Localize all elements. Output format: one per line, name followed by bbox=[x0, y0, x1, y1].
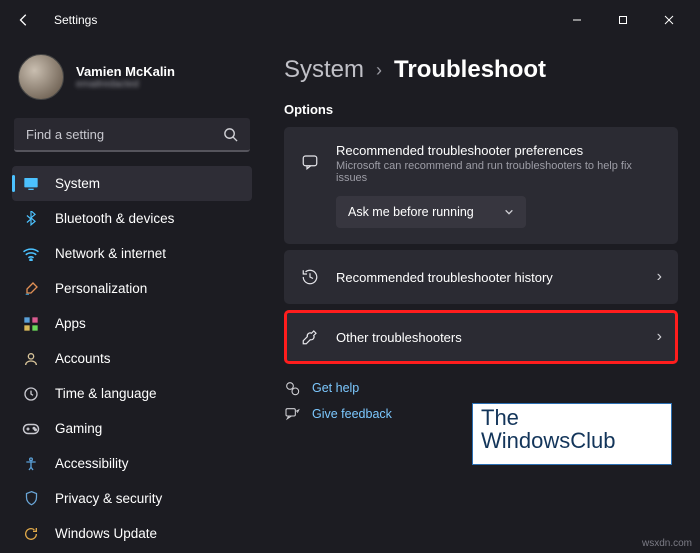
wrench-icon bbox=[300, 328, 320, 346]
app-title: Settings bbox=[54, 13, 97, 27]
sidebar-item-label: Gaming bbox=[55, 421, 102, 436]
sidebar-item-label: Windows Update bbox=[55, 526, 157, 541]
sidebar-item-label: Privacy & security bbox=[55, 491, 162, 506]
get-help-link[interactable]: Get help bbox=[312, 381, 359, 395]
sidebar-item-label: Apps bbox=[55, 316, 86, 331]
sidebar-item-label: Time & language bbox=[55, 386, 157, 401]
sidebar-item-time-language[interactable]: Time & language bbox=[12, 376, 252, 411]
card-pref: Recommended troubleshooter preferences M… bbox=[284, 127, 678, 244]
profile-name: Vamien McKalin bbox=[76, 64, 175, 79]
avatar bbox=[18, 54, 64, 100]
user-icon bbox=[22, 351, 40, 367]
card-other-title: Other troubleshooters bbox=[336, 330, 641, 345]
sidebar-item-gaming[interactable]: Gaming bbox=[12, 411, 252, 446]
apps-icon bbox=[22, 316, 40, 332]
sidebar-item-label: Personalization bbox=[55, 281, 147, 296]
back-button[interactable] bbox=[12, 8, 36, 32]
breadcrumb-current: Troubleshoot bbox=[394, 56, 546, 84]
pref-dropdown[interactable]: Ask me before running bbox=[336, 196, 526, 228]
profile-block[interactable]: Vamien McKalin emailredacted bbox=[12, 50, 252, 114]
sidebar-item-label: System bbox=[55, 176, 100, 191]
sidebar-item-label: Bluetooth & devices bbox=[55, 211, 174, 226]
window-controls bbox=[554, 5, 692, 35]
card-history-title: Recommended troubleshooter history bbox=[336, 270, 641, 285]
card-history[interactable]: Recommended troubleshooter history › bbox=[284, 250, 678, 304]
sidebar-item-system[interactable]: System bbox=[12, 166, 252, 201]
sidebar-item-personalization[interactable]: Personalization bbox=[12, 271, 252, 306]
bluetooth-icon bbox=[22, 211, 40, 227]
sidebar-item-windows-update[interactable]: Windows Update bbox=[12, 516, 252, 551]
wifi-icon bbox=[22, 247, 40, 261]
chevron-right-icon: › bbox=[376, 60, 382, 81]
minimize-button[interactable] bbox=[554, 5, 600, 35]
maximize-button[interactable] bbox=[600, 5, 646, 35]
sidebar-item-apps[interactable]: Apps bbox=[12, 306, 252, 341]
sidebar-nav: System Bluetooth & devices Network & inter… bbox=[12, 166, 252, 551]
card-pref-sub: Microsoft can recommend and run troubles… bbox=[336, 160, 662, 184]
chat-icon bbox=[300, 143, 320, 171]
chevron-right-icon: › bbox=[657, 328, 662, 346]
sidebar-item-label: Network & internet bbox=[55, 246, 166, 261]
search-input[interactable] bbox=[14, 118, 250, 152]
gamepad-icon bbox=[22, 422, 40, 436]
sidebar-item-bluetooth-devices[interactable]: Bluetooth & devices bbox=[12, 201, 252, 236]
help-row: Get help bbox=[284, 380, 678, 396]
history-icon bbox=[300, 268, 320, 286]
sidebar-item-label: Accounts bbox=[55, 351, 111, 366]
card-pref-title: Recommended troubleshooter preferences bbox=[336, 143, 662, 158]
breadcrumb: System › Troubleshoot bbox=[284, 56, 678, 84]
close-button[interactable] bbox=[646, 5, 692, 35]
update-icon bbox=[22, 526, 40, 542]
pref-dropdown-value: Ask me before running bbox=[348, 205, 474, 219]
search-wrap bbox=[14, 118, 250, 152]
source-tag: wsxdn.com bbox=[642, 538, 692, 549]
help-icon bbox=[284, 380, 300, 396]
brush-icon bbox=[22, 281, 40, 297]
clock-icon bbox=[22, 386, 40, 402]
monitor-icon bbox=[22, 176, 40, 192]
give-feedback-link[interactable]: Give feedback bbox=[312, 407, 392, 421]
access-icon bbox=[22, 456, 40, 472]
sidebar-item-network-internet[interactable]: Network & internet bbox=[12, 236, 252, 271]
sidebar-item-privacy-security[interactable]: Privacy & security bbox=[12, 481, 252, 516]
sidebar: Vamien McKalin emailredacted System Bluet… bbox=[0, 40, 260, 553]
sidebar-item-label: Accessibility bbox=[55, 456, 129, 471]
breadcrumb-parent[interactable]: System bbox=[284, 56, 364, 84]
section-heading: Options bbox=[284, 102, 678, 117]
shield-icon bbox=[22, 490, 40, 507]
title-bar: Settings bbox=[0, 0, 700, 40]
watermark: The WindowsClub bbox=[472, 403, 672, 465]
sidebar-item-accessibility[interactable]: Accessibility bbox=[12, 446, 252, 481]
profile-email: emailredacted bbox=[76, 79, 175, 90]
feedback-icon bbox=[284, 406, 300, 422]
card-other-troubleshooters[interactable]: Other troubleshooters › bbox=[284, 310, 678, 364]
main-pane: System › Troubleshoot Options Recommende… bbox=[260, 40, 700, 553]
sidebar-item-accounts[interactable]: Accounts bbox=[12, 341, 252, 376]
chevron-down-icon bbox=[504, 207, 514, 217]
chevron-right-icon: › bbox=[657, 268, 662, 286]
